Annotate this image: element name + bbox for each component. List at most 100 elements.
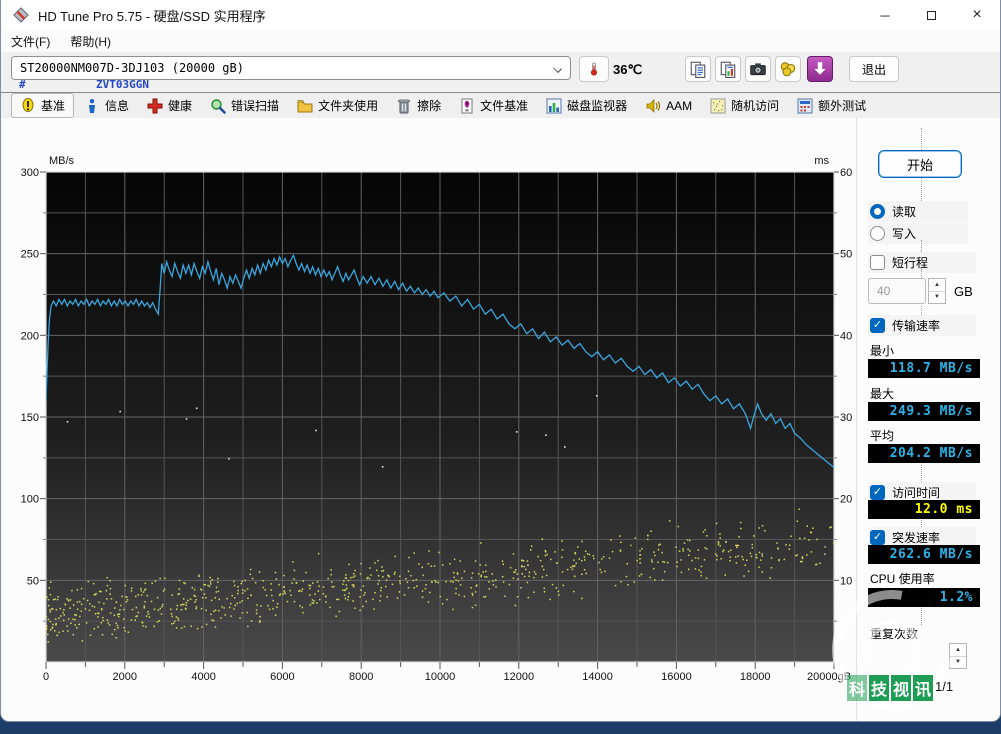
tab-健康[interactable]: 健康	[139, 94, 200, 117]
health-icon	[147, 98, 163, 114]
tab-擦除[interactable]: 擦除	[388, 94, 449, 117]
read-radio-row[interactable]: 读取	[868, 201, 968, 222]
transfer-rate-label: 传输速率	[892, 319, 941, 333]
max-value: 249.3 MB/s	[868, 402, 980, 421]
svg-text:300: 300	[21, 167, 39, 179]
copyfile-button[interactable]	[715, 56, 741, 82]
avg-value: 204.2 MB/s	[868, 444, 980, 463]
info-icon	[84, 98, 100, 114]
tab-AAM[interactable]: AAM	[637, 95, 700, 117]
app-logo-icon	[13, 7, 29, 23]
page-spinner[interactable]: ▲ ▼	[949, 643, 967, 669]
tab-错误扫描[interactable]: 错误扫描	[202, 94, 287, 117]
minimize-button[interactable]: ─	[862, 0, 908, 30]
menu-bar: 文件(F) 帮助(H)	[1, 30, 1000, 52]
svg-text:100: 100	[21, 494, 39, 506]
page-indicator: 1/1	[935, 679, 954, 694]
capacity-unit-label: GB	[954, 284, 973, 299]
tab-label: 随机访问	[731, 99, 780, 113]
spin-up-icon[interactable]: ▲	[929, 279, 945, 292]
monitor-icon	[546, 98, 562, 114]
read-radio[interactable]	[870, 204, 885, 219]
tab-label: 文件夹使用	[318, 99, 379, 113]
menu-item-help[interactable]: 帮助(H)	[60, 31, 121, 52]
svg-text:200: 200	[21, 330, 39, 342]
start-button[interactable]: 开始	[878, 150, 962, 178]
benchmark-chart: MB/s ms 50 100 150 200 250 300 10 20 30 40 50 60 0 2000…	[21, 155, 853, 683]
toolbar: ST20000NM007D-3DJ103 (20000 gB) 36℃ 退出 #…	[1, 52, 1000, 92]
svg-text:30: 30	[840, 412, 852, 424]
update-button[interactable]	[807, 56, 833, 82]
exit-button[interactable]: 退出	[849, 56, 899, 82]
svg-text:10: 10	[840, 575, 852, 587]
min-value: 118.7 MB/s	[868, 359, 980, 378]
tab-基准[interactable]: 基准	[11, 93, 75, 118]
tab-label: 健康	[168, 99, 193, 113]
access-time-checkbox[interactable]: ✓	[870, 485, 885, 500]
capacity-input[interactable]: 40	[868, 278, 926, 304]
burst-rate-checkbox[interactable]: ✓	[870, 530, 885, 545]
tab-随机访问[interactable]: 随机访问	[702, 94, 787, 117]
filebench-icon	[459, 98, 475, 114]
donate-icon	[779, 60, 797, 78]
svg-text:50: 50	[840, 249, 852, 261]
temperature-button[interactable]	[579, 56, 609, 82]
svg-text:18000: 18000	[740, 671, 771, 683]
maximize-button[interactable]	[908, 0, 954, 30]
burst-rate-value: 262.6 MB/s	[868, 545, 980, 564]
transfer-rate-row[interactable]: ✓ 传输速率	[868, 315, 976, 336]
svg-text:0: 0	[43, 671, 49, 683]
menu-item-file[interactable]: 文件(F)	[1, 31, 60, 52]
svg-text:60: 60	[840, 167, 852, 179]
burst-rate-label: 突发速率	[892, 531, 941, 545]
tab-bar: 基准 信息 健康 错误扫描 文件夹使用 擦除 文件基准 磁盘监视器 AAM 随机访问 额外测试	[1, 92, 1000, 118]
folder-icon	[297, 98, 313, 114]
tab-文件基准[interactable]: 文件基准	[451, 94, 536, 117]
tab-label: 文件基准	[480, 99, 529, 113]
shortstroke-row[interactable]: 短行程	[868, 252, 976, 273]
write-radio[interactable]	[870, 226, 885, 241]
chevron-down-icon	[553, 64, 562, 73]
max-label: 最大	[870, 387, 895, 401]
cpu-usage-value: 1.2%	[868, 588, 980, 607]
tab-label: 额外测试	[818, 99, 867, 113]
svg-text:12000: 12000	[504, 671, 535, 683]
donate-button[interactable]	[775, 56, 801, 82]
capacity-value: 40	[877, 284, 891, 298]
write-radio-row[interactable]: 写入	[868, 223, 968, 244]
tab-label: 错误扫描	[231, 99, 280, 113]
drive-select-value: ST20000NM007D-3DJ103 (20000 gB)	[20, 61, 244, 75]
shortstroke-label: 短行程	[892, 256, 929, 270]
access-time-label: 访问时间	[892, 486, 941, 500]
camera-icon	[749, 60, 767, 78]
svg-text:150: 150	[21, 412, 39, 424]
exit-button-label: 退出	[861, 62, 886, 77]
svg-text:50: 50	[27, 575, 39, 587]
update-icon	[811, 60, 829, 78]
drive-select-combobox[interactable]: ST20000NM007D-3DJ103 (20000 gB)	[11, 56, 571, 80]
random-icon	[710, 98, 726, 114]
tab-文件夹使用[interactable]: 文件夹使用	[289, 94, 386, 117]
access-time-value: 12.0 ms	[868, 500, 980, 519]
tab-信息[interactable]: 信息	[76, 94, 137, 117]
erase-icon	[396, 98, 412, 114]
temperature-value: 36℃	[613, 62, 643, 77]
shortstroke-checkbox[interactable]	[870, 255, 885, 270]
cpu-usage-label: CPU 使用率	[870, 572, 935, 586]
capacity-spinner[interactable]: ▲ ▼	[928, 278, 946, 304]
spin-up-icon[interactable]: ▲	[950, 644, 966, 657]
close-button[interactable]: ×	[954, 0, 1000, 30]
camera-button[interactable]	[745, 56, 771, 82]
exclamation-icon	[20, 97, 36, 114]
transfer-rate-checkbox[interactable]: ✓	[870, 318, 885, 333]
tab-额外测试[interactable]: 额外测试	[789, 94, 874, 117]
spin-down-icon[interactable]: ▼	[929, 292, 945, 304]
aam-icon	[645, 98, 661, 114]
tab-label: 信息	[105, 99, 130, 113]
tab-磁盘监视器[interactable]: 磁盘监视器	[538, 94, 635, 117]
copy-icon	[689, 60, 707, 78]
spin-down-icon[interactable]: ▼	[950, 657, 966, 669]
svg-text:2000: 2000	[113, 671, 137, 683]
drive-serial: ZVT03GGN	[96, 78, 149, 91]
copy-button[interactable]	[685, 56, 711, 82]
